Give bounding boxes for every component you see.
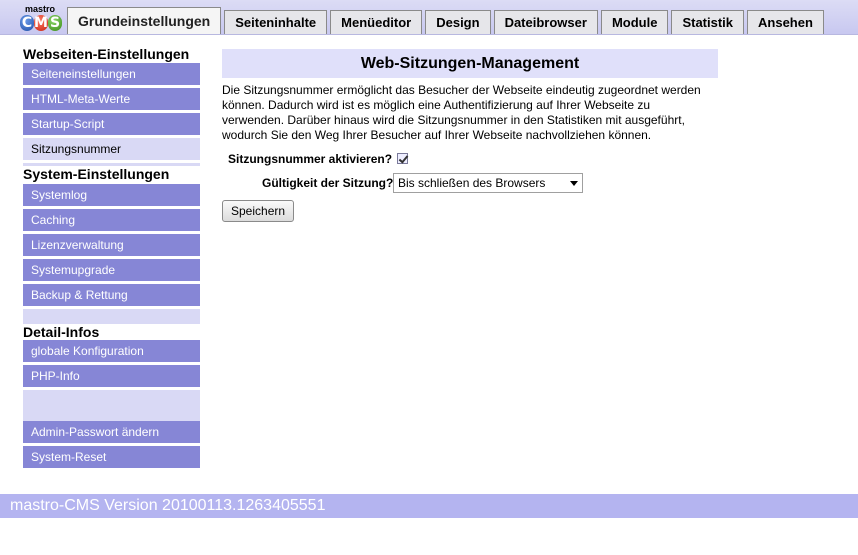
version-footer: mastro-CMS Version 20100113.1263405551: [0, 494, 858, 518]
sidebar-item-seiteneinstellungen[interactable]: Seiteneinstellungen: [23, 63, 200, 85]
sidebar-item-html-meta-werte[interactable]: HTML-Meta-Werte: [23, 88, 200, 110]
save-button[interactable]: Speichern: [222, 200, 295, 222]
logo-top-text: mastro: [25, 4, 56, 14]
sidebar-spacer: [23, 390, 200, 421]
tab-design[interactable]: Design: [425, 10, 491, 34]
tab-statistik[interactable]: Statistik: [671, 10, 745, 34]
sidebar-item-admin-passwort[interactable]: Admin-Passwort ändern: [23, 421, 200, 443]
tab-dateibrowser[interactable]: Dateibrowser: [493, 10, 598, 34]
top-navigation-bar: mastro C M S Grundeinstellungen Seitenin…: [0, 0, 858, 35]
sidebar-heading-webseiten: Webseiten-Einstellungen: [23, 46, 190, 62]
tab-grundeinstellungen[interactable]: Grundeinstellungen: [67, 7, 222, 34]
page-description: Die Sitzungsnummer ermöglicht das Besuch…: [222, 83, 701, 142]
tab-module[interactable]: Module: [600, 10, 669, 34]
session-validity-label: Gültigkeit der Sitzung?: [262, 176, 394, 190]
sidebar-item-caching[interactable]: Caching: [23, 209, 200, 231]
mastro-cms-logo: mastro C M S: [20, 4, 64, 32]
sidebar-item-globale-konfiguration[interactable]: globale Konfiguration: [23, 340, 200, 362]
session-enable-label: Sitzungsnummer aktivieren?: [228, 152, 393, 166]
sidebar-item-php-info[interactable]: PHP-Info: [23, 365, 200, 387]
sidebar-item-lizenzverwaltung[interactable]: Lizenzverwaltung: [23, 234, 200, 256]
sidebar: Webseiten-Einstellungen Seiteneinstellun…: [23, 46, 200, 471]
logo-letters: C M S: [20, 15, 62, 32]
sidebar-heading-system: System-Einstellungen: [23, 166, 170, 182]
tab-seiteninhalte[interactable]: Seiteninhalte: [224, 10, 328, 34]
session-validity-value: Bis schließen des Browsers: [398, 176, 546, 190]
sidebar-item-systemlog[interactable]: Systemlog: [23, 184, 200, 206]
page-title: Web-Sitzungen-Management: [222, 49, 718, 78]
tab-menueditor[interactable]: Menüeditor: [330, 10, 423, 34]
logo-letter-m: M: [34, 15, 48, 31]
sidebar-item-sitzungsnummer[interactable]: Sitzungsnummer: [23, 138, 200, 160]
main-content: Web-Sitzungen-Management Die Sitzungsnum…: [222, 49, 718, 143]
logo-letter-c: C: [20, 15, 34, 31]
chevron-down-icon: [570, 181, 578, 186]
sidebar-heading-detail-infos: Detail-Infos: [23, 324, 100, 340]
main-tabs: Grundeinstellungen Seiteninhalte Menüedi…: [67, 7, 827, 34]
sidebar-item-startup-script[interactable]: Startup-Script: [23, 113, 200, 135]
sidebar-item-systemupgrade[interactable]: Systemupgrade: [23, 259, 200, 281]
session-enable-checkbox[interactable]: [397, 153, 408, 164]
sidebar-spacer: [23, 309, 200, 324]
session-validity-select[interactable]: Bis schließen des Browsers: [393, 173, 583, 193]
sidebar-item-system-reset[interactable]: System-Reset: [23, 446, 200, 468]
logo-letter-s: S: [48, 15, 62, 31]
tab-ansehen[interactable]: Ansehen: [747, 10, 824, 34]
sidebar-item-backup-rettung[interactable]: Backup & Rettung: [23, 284, 200, 306]
